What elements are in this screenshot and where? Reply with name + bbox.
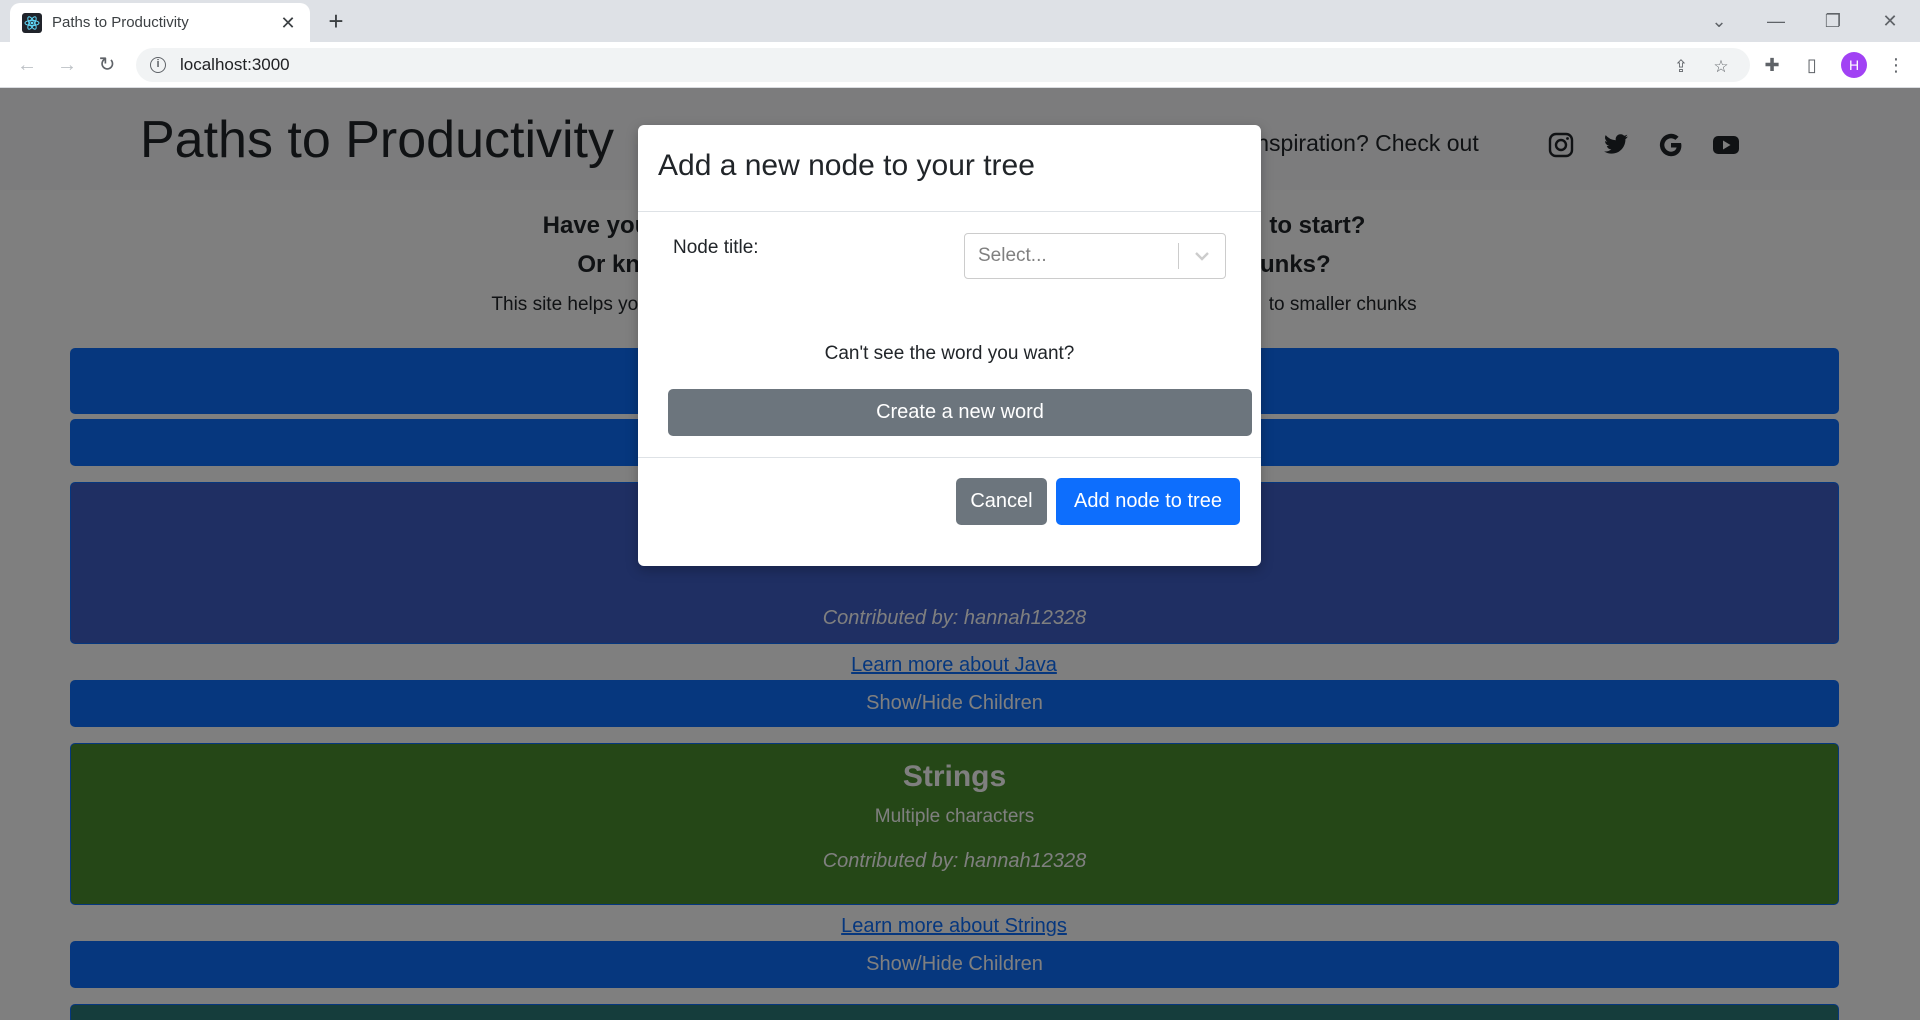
bookmark-star-icon[interactable]: ☆: [1710, 56, 1732, 78]
select-placeholder: Select...: [978, 245, 1047, 266]
close-window-icon[interactable]: ✕: [1875, 6, 1905, 36]
tab-strip: Paths to Productivity ✕ + ⌄ — ❐ ✕: [0, 0, 1920, 42]
address-bar[interactable]: i localhost:3000 ⇪ ☆: [136, 48, 1750, 82]
add-node-modal: Add a new node to your tree Node title: …: [638, 125, 1261, 566]
site-info-icon[interactable]: i: [150, 57, 166, 73]
browser-toolbar: ← → ↻ i localhost:3000 ⇪ ☆ ✚ ▯ H ⋮: [0, 42, 1920, 88]
side-panel-icon[interactable]: ▯: [1800, 53, 1824, 77]
browser-tab[interactable]: Paths to Productivity ✕: [10, 3, 310, 42]
menu-icon[interactable]: ⋮: [1884, 53, 1908, 77]
chevron-down-icon[interactable]: [1179, 251, 1225, 261]
react-icon: [22, 12, 42, 33]
modal-footer: [638, 457, 1261, 458]
tab-title: Paths to Productivity: [52, 14, 189, 31]
back-icon[interactable]: ←: [12, 50, 42, 80]
node-title-label: Node title:: [673, 237, 759, 258]
node-title-select[interactable]: Select...: [964, 233, 1226, 279]
close-tab-icon[interactable]: ✕: [278, 13, 298, 33]
modal-header: Add a new node to your tree: [638, 125, 1261, 212]
share-icon[interactable]: ⇪: [1670, 56, 1692, 78]
tab-search-icon[interactable]: ⌄: [1704, 6, 1734, 36]
minimize-icon[interactable]: —: [1761, 6, 1791, 36]
profile-avatar[interactable]: H: [1841, 52, 1867, 78]
new-tab-icon[interactable]: +: [322, 8, 350, 36]
modal-title: Add a new node to your tree: [658, 149, 1035, 182]
add-node-button[interactable]: Add node to tree: [1056, 478, 1240, 525]
restore-icon[interactable]: ❐: [1818, 6, 1848, 36]
reload-icon[interactable]: ↻: [92, 50, 122, 80]
create-new-word-button[interactable]: Create a new word: [668, 389, 1252, 436]
url-text: localhost:3000: [180, 55, 290, 74]
cant-see-word-text: Can't see the word you want?: [824, 343, 1075, 364]
extensions-icon[interactable]: ✚: [1760, 53, 1784, 77]
cancel-button[interactable]: Cancel: [956, 478, 1047, 525]
forward-icon[interactable]: →: [52, 50, 82, 80]
